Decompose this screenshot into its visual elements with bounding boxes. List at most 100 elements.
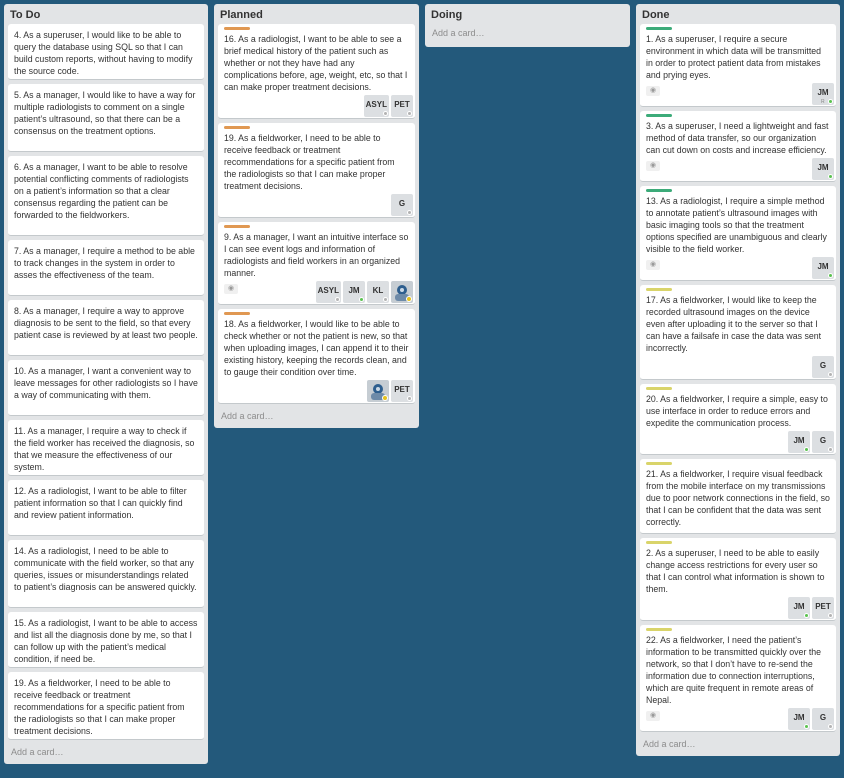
member-avatar[interactable]: G <box>391 194 413 216</box>
card[interactable]: 12. As a radiologist, I want to be able … <box>8 480 204 536</box>
card[interactable]: 22. As a fieldworker, I need the patient… <box>640 625 836 732</box>
card[interactable]: 17. As a fieldworker, I would like to ke… <box>640 285 836 380</box>
add-card-link[interactable]: Add a card… <box>8 744 204 764</box>
member-avatar[interactable]: G <box>812 431 834 453</box>
member-avatar[interactable]: JM <box>788 597 810 619</box>
list-title[interactable]: Done <box>640 4 836 24</box>
card-text: 2. As a superuser, I need to be able to … <box>646 548 825 594</box>
card-members: ASYL PET <box>363 95 413 117</box>
card-text: 14. As a radiologist, I need to be able … <box>14 546 197 592</box>
avatar-picture-icon <box>371 384 388 401</box>
member-avatar[interactable]: JM <box>788 708 810 730</box>
member-avatar[interactable]: KL <box>367 281 389 303</box>
status-dot <box>407 210 412 215</box>
card-text: 12. As a radiologist, I want to be able … <box>14 486 187 520</box>
card[interactable]: 4. As a superuser, I would like to be ab… <box>8 24 204 80</box>
status-dot <box>828 99 833 104</box>
card[interactable]: 19. As a fieldworker, I need to be able … <box>8 672 204 740</box>
member-avatar[interactable]: PET <box>812 597 834 619</box>
member-avatar[interactable]: G <box>812 708 834 730</box>
card-text: 7. As a manager, I require a method to b… <box>14 246 195 280</box>
card-footer: ASYL PET <box>224 95 413 117</box>
card[interactable]: 1. As a superuser, I require a secure en… <box>640 24 836 107</box>
card[interactable]: 11. As a manager, I require a way to che… <box>8 420 204 476</box>
add-card-link[interactable]: Add a card… <box>218 408 415 428</box>
status-dot <box>407 111 412 116</box>
status-dot <box>828 613 833 618</box>
card[interactable]: 10. As a manager, I want a convenient wa… <box>8 360 204 416</box>
list-title[interactable]: Doing <box>429 4 626 24</box>
member-photo-avatar[interactable] <box>367 380 389 402</box>
card[interactable]: 21. As a fieldworker, I require visual f… <box>640 459 836 534</box>
card[interactable]: 6. As a manager, I want to be able to re… <box>8 156 204 236</box>
member-initials: G <box>819 436 827 445</box>
add-card-link[interactable]: Add a card… <box>640 736 836 756</box>
member-avatar[interactable]: JM <box>788 431 810 453</box>
card-footer: JM G <box>646 431 834 453</box>
member-initials: JM <box>793 713 805 722</box>
card[interactable]: 14. As a radiologist, I need to be able … <box>8 540 204 608</box>
card[interactable]: 20. As a fieldworker, I require a simple… <box>640 384 836 455</box>
member-avatar[interactable]: JM R <box>812 83 834 105</box>
card-footer: ◉ JM G <box>646 708 834 730</box>
member-avatar[interactable]: G <box>812 356 834 378</box>
card-members: JM G <box>788 431 834 453</box>
member-avatar[interactable]: JM <box>343 281 365 303</box>
status-dot <box>383 297 388 302</box>
card-footer: G <box>646 356 834 378</box>
card[interactable]: 15. As a radiologist, I want to be able … <box>8 612 204 668</box>
watch-eye-icon: ◉ <box>646 260 660 270</box>
member-initials: G <box>819 361 827 370</box>
member-initials: JM <box>817 163 829 172</box>
avatar-picture-icon <box>395 285 412 302</box>
card-label <box>224 27 250 30</box>
card[interactable]: 8. As a manager, I require a way to appr… <box>8 300 204 356</box>
card[interactable]: 9. As a manager, I want an intuitive int… <box>218 222 415 305</box>
card[interactable]: 3. As a superuser, I need a lightweight … <box>640 111 836 182</box>
member-initials: JM <box>793 436 805 445</box>
card-text: 5. As a manager, I would like to have a … <box>14 90 196 136</box>
card-text: 19. As a fieldworker, I need to be able … <box>224 133 395 191</box>
member-initials: JM <box>817 88 829 97</box>
card-label <box>646 114 672 117</box>
card-footer: PET <box>224 380 413 402</box>
member-initials: ASYL <box>365 100 387 109</box>
member-avatar[interactable]: JM <box>812 158 834 180</box>
member-photo-avatar[interactable] <box>391 281 413 303</box>
card[interactable]: 7. As a manager, I require a method to b… <box>8 240 204 296</box>
member-initials: PET <box>394 100 410 109</box>
card-text: 21. As a fieldworker, I require visual f… <box>646 469 830 527</box>
member-avatar[interactable]: JM <box>812 257 834 279</box>
status-dot <box>335 297 340 302</box>
watch-eye-icon: ◉ <box>646 711 660 721</box>
watch-eye-icon: ◉ <box>224 284 238 294</box>
card-text: 11. As a manager, I require a way to che… <box>14 426 195 472</box>
card-text: 16. As a radiologist, I want to be able … <box>224 34 408 92</box>
card[interactable]: 13. As a radiologist, I require a simple… <box>640 186 836 281</box>
member-avatar[interactable]: ASYL <box>363 95 389 117</box>
card[interactable]: 18. As a fieldworker, I would like to be… <box>218 309 415 404</box>
card[interactable]: 19. As a fieldworker, I need to be able … <box>218 123 415 218</box>
card[interactable]: 2. As a superuser, I need to be able to … <box>640 538 836 621</box>
watch-eye-icon: ◉ <box>646 161 660 171</box>
card-label <box>224 312 250 315</box>
member-avatar[interactable]: PET <box>391 95 413 117</box>
card-text: 17. As a fieldworker, I would like to ke… <box>646 295 822 353</box>
card[interactable]: 5. As a manager, I would like to have a … <box>8 84 204 152</box>
member-initials: JM <box>348 286 360 295</box>
member-avatar[interactable]: PET <box>391 380 413 402</box>
list-title[interactable]: Planned <box>218 4 415 24</box>
list-title[interactable]: To Do <box>8 4 204 24</box>
card-footer: G <box>224 194 413 216</box>
card-label <box>646 387 672 390</box>
member-flag: R <box>821 99 825 105</box>
card-footer: ◉ JM <box>646 257 834 279</box>
card-text: 20. As a fieldworker, I require a simple… <box>646 394 828 428</box>
card-members: JM G <box>788 708 834 730</box>
card-members: PET <box>367 380 413 402</box>
status-dot <box>804 724 809 729</box>
add-card-link[interactable]: Add a card… <box>429 24 626 47</box>
member-avatar[interactable]: ASYL <box>315 281 341 303</box>
card-text: 3. As a superuser, I need a lightweight … <box>646 121 829 155</box>
card[interactable]: 16. As a radiologist, I want to be able … <box>218 24 415 119</box>
